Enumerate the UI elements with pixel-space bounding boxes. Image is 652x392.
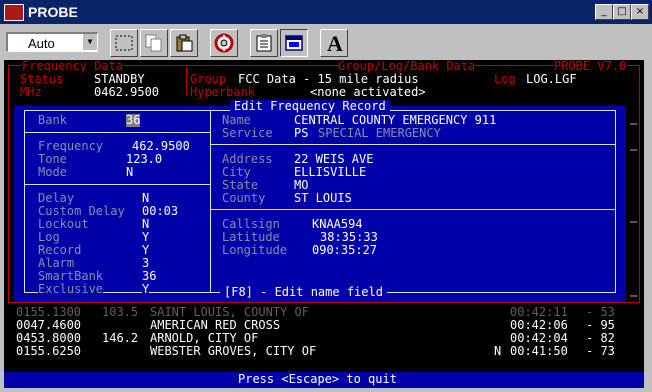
longitude-field[interactable]: 090:35:27	[312, 244, 377, 257]
scroll-marker: ─	[630, 143, 638, 157]
minimize-button[interactable]: _	[595, 4, 613, 20]
frame-divider	[186, 65, 187, 95]
mhz-label: MHz	[20, 85, 42, 99]
service-label: Service	[222, 126, 273, 140]
help-button[interactable]	[210, 29, 238, 57]
mode-label: Mode	[38, 165, 67, 179]
list-cell-time: 00:41:50	[510, 344, 568, 358]
log-value: LOG.LGF	[526, 72, 577, 86]
window-title: PROBE	[28, 4, 78, 20]
service-code-field[interactable]: PS	[294, 127, 308, 140]
scroll-marker: ─	[630, 289, 638, 303]
list-cell-flag: N	[494, 344, 502, 358]
list-cell-name: WEBSTER GROVES, CITY OF	[150, 344, 317, 358]
paste-button[interactable]	[170, 29, 198, 57]
bank-label: Bank	[38, 113, 67, 127]
dialog-footer-hint: [F8] - Edit name field	[220, 286, 387, 299]
copy-icon	[145, 34, 162, 52]
app-icon[interactable]	[4, 4, 24, 21]
close-button[interactable]: ×	[631, 4, 649, 20]
exclusive-label: Exclusive	[38, 282, 104, 296]
scroll-marker: ─	[630, 117, 638, 131]
select-icon	[115, 35, 133, 51]
escape-hint: Press <Escape> to quit	[238, 372, 397, 386]
hyperbank-value: <none activated>	[310, 85, 426, 99]
service-description: SPECIAL EMERGENCY	[318, 126, 441, 140]
longitude-label: Longitude	[222, 243, 288, 257]
title-bar[interactable]: PROBE _ □ ×	[0, 0, 652, 24]
font-button[interactable]: A	[320, 29, 348, 57]
select-button[interactable]	[110, 29, 138, 57]
hyperbank-label: Hyperbank	[190, 85, 256, 99]
county-label: County	[222, 191, 266, 205]
list-cell-tone: 146.2	[102, 331, 139, 345]
mhz-value: 0462.9500	[94, 85, 160, 99]
console-screen[interactable]: Frequency Data Group/Log/Bank Data PROBE…	[4, 60, 644, 388]
clipboard-icon	[256, 34, 272, 52]
copy-button[interactable]	[140, 29, 168, 57]
scroll-marker: ─	[630, 215, 638, 229]
mode-field[interactable]: N	[126, 166, 133, 179]
bank-field[interactable]: 36	[126, 114, 141, 127]
list-cell-level: - 73	[586, 344, 615, 358]
properties-button[interactable]	[250, 29, 278, 57]
status-bar: Press <Escape> to quit	[4, 372, 644, 388]
paste-icon	[176, 34, 193, 52]
list-row[interactable]: 0155.6250 WEBSTER GROVES, CITY OF N 00:41:5…	[4, 345, 644, 358]
font-size-select[interactable]: Auto ▼	[6, 32, 98, 52]
list-cell-tone: 103.5	[102, 305, 139, 319]
list-cell-freq: 0155.6250	[16, 344, 82, 358]
dialog-title: Edit Frequency Record	[230, 100, 390, 113]
background-button[interactable]	[280, 29, 308, 57]
font-icon: A	[327, 31, 343, 56]
window-icon	[285, 35, 303, 51]
font-size-value: Auto	[28, 36, 55, 51]
log-label: Log	[494, 72, 516, 86]
maximize-button[interactable]: □	[613, 4, 631, 20]
exclusive-field[interactable]: Y	[142, 283, 150, 296]
edit-frequency-dialog[interactable]: Edit Frequency Record [F8] - Edit name f…	[14, 100, 626, 302]
lifebuoy-icon	[214, 33, 234, 53]
chevron-down-icon[interactable]: ▼	[82, 34, 97, 50]
toolbar: Auto ▼ A	[0, 24, 652, 60]
county-field[interactable]: ST LOUIS	[294, 192, 352, 205]
